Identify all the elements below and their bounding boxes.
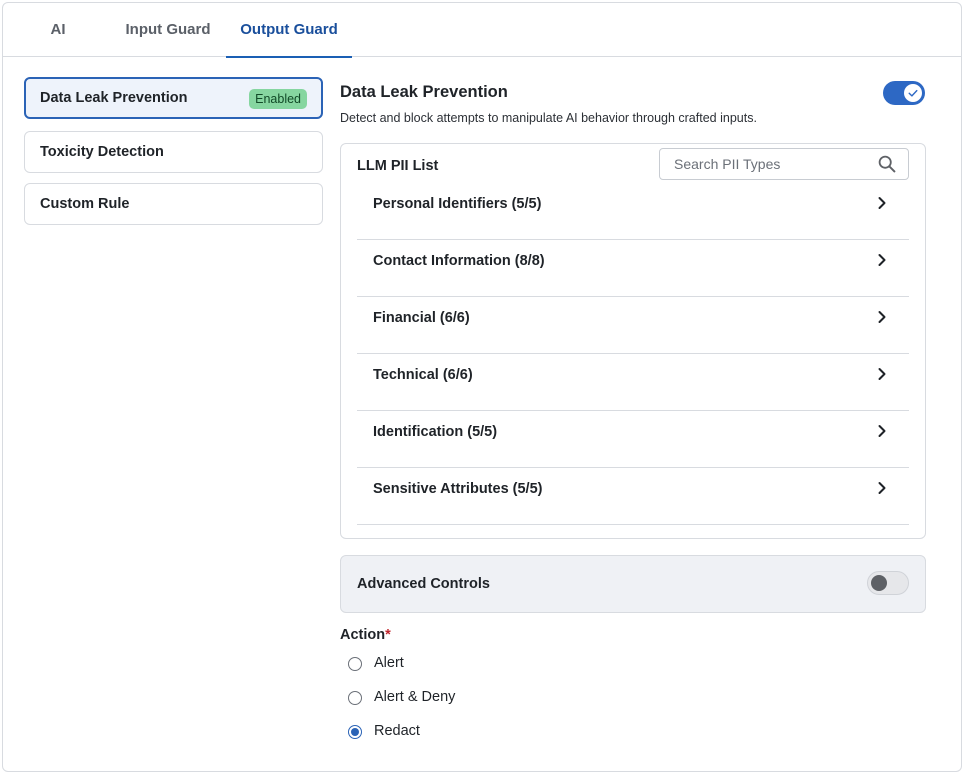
tab-output-guard[interactable]: Output Guard	[226, 3, 352, 58]
chevron-right-icon	[878, 368, 886, 380]
pii-list-panel: LLM PII List Personal Identifiers (5/5) …	[340, 143, 926, 539]
radio-label: Alert	[374, 655, 404, 671]
guard-settings-panel: AI Provider Input Guard Output Guard Dat…	[2, 2, 962, 772]
chevron-right-icon	[878, 482, 886, 494]
data-leak-prevention-toggle[interactable]	[883, 81, 925, 105]
pii-category-contact-information[interactable]: Contact Information (8/8)	[357, 240, 909, 297]
advanced-controls-panel: Advanced Controls	[340, 555, 926, 613]
tab-ai-provider[interactable]: AI Provider	[19, 3, 97, 92]
pii-category-label: Financial (6/6)	[373, 310, 470, 326]
required-mark: *	[385, 627, 391, 643]
chevron-right-icon	[878, 425, 886, 437]
radio-label: Redact	[374, 723, 420, 739]
action-field-label: Action*	[340, 627, 391, 643]
pii-category-label: Technical (6/6)	[373, 367, 473, 383]
pii-category-label: Contact Information (8/8)	[373, 253, 545, 269]
pii-list-title: LLM PII List	[357, 158, 439, 174]
rule-item-data-leak-prevention[interactable]: Data Leak Prevention Enabled	[24, 77, 323, 119]
pii-search-box	[659, 148, 909, 180]
pii-category-label: Personal Identifiers (5/5)	[373, 196, 542, 212]
tab-bar: AI Provider Input Guard Output Guard	[3, 3, 961, 92]
radio-label: Alert & Deny	[374, 689, 456, 705]
rule-item-label: Custom Rule	[40, 196, 130, 212]
radio-button[interactable]	[348, 691, 362, 705]
section-description: Detect and block attempts to manipulate …	[340, 111, 757, 125]
tab-input-guard[interactable]: Input Guard	[125, 3, 211, 57]
rule-item-custom-rule[interactable]: Custom Rule	[24, 183, 323, 225]
check-icon	[908, 89, 918, 97]
radio-button-selected[interactable]	[348, 725, 362, 739]
rule-item-toxicity-detection[interactable]: Toxicity Detection	[24, 131, 323, 173]
pii-category-technical[interactable]: Technical (6/6)	[357, 354, 909, 411]
pii-category-sensitive-attributes[interactable]: Sensitive Attributes (5/5)	[357, 468, 909, 525]
toggle-knob	[904, 84, 922, 102]
pii-category-label: Identification (5/5)	[373, 424, 498, 440]
action-label-text: Action	[340, 627, 386, 643]
advanced-controls-toggle[interactable]	[867, 571, 909, 595]
pii-category-label: Sensitive Attributes (5/5)	[373, 481, 543, 497]
chevron-right-icon	[878, 254, 886, 266]
pii-category-personal-identifiers[interactable]: Personal Identifiers (5/5)	[357, 183, 909, 240]
chevron-right-icon	[878, 311, 886, 323]
radio-button[interactable]	[348, 657, 362, 671]
status-badge: Enabled	[249, 89, 307, 109]
chevron-right-icon	[878, 197, 886, 209]
search-icon[interactable]	[878, 155, 896, 173]
pii-category-financial[interactable]: Financial (6/6)	[357, 297, 909, 354]
rule-item-label: Data Leak Prevention	[40, 90, 188, 106]
section-title: Data Leak Prevention	[340, 83, 508, 101]
toggle-knob	[871, 575, 887, 591]
rule-item-label: Toxicity Detection	[40, 144, 164, 160]
advanced-controls-label: Advanced Controls	[357, 576, 490, 592]
pii-category-identification[interactable]: Identification (5/5)	[357, 411, 909, 468]
pii-search-input[interactable]	[674, 154, 874, 174]
